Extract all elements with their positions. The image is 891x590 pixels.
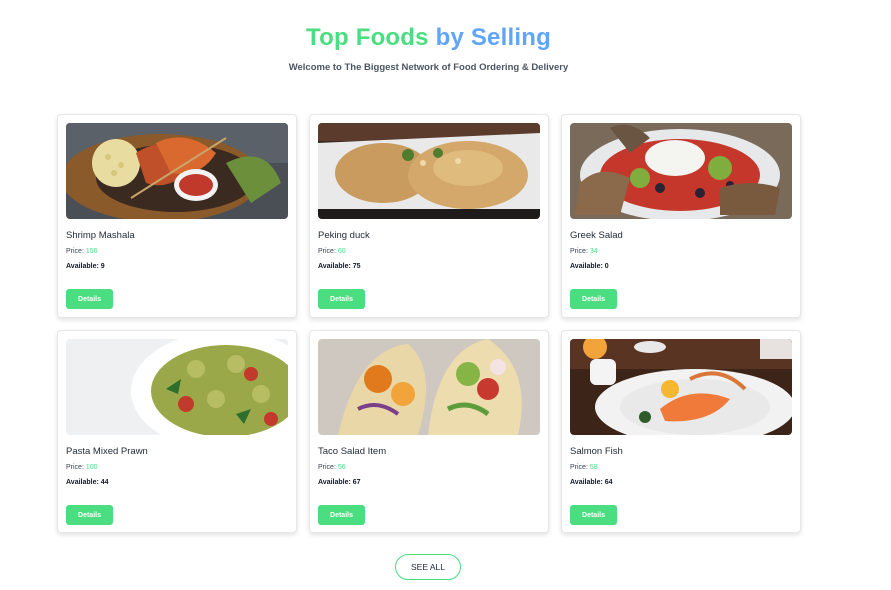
price-value: 58 (589, 464, 598, 471)
food-card: Salmon Fish Price: 58 Available: 64 Deta… (561, 330, 801, 533)
page-title-part-1: Top Foods (306, 24, 429, 51)
available-value: 9 (100, 263, 105, 270)
food-photo-greek-salad (570, 123, 792, 219)
available-label: Available: (318, 479, 351, 486)
details-button[interactable]: Details (66, 289, 113, 309)
details-button[interactable]: Details (570, 289, 617, 309)
page-title: Top Foods by Selling (0, 24, 857, 52)
food-name: Taco Salad Item (318, 446, 387, 457)
price-label: Price: (66, 464, 84, 471)
page-subtitle: Welcome to The Biggest Network of Food O… (288, 62, 569, 73)
food-photo-salmon (570, 339, 792, 435)
details-button[interactable]: Details (66, 505, 113, 525)
food-price: Price: 34 (570, 248, 598, 255)
food-name: Greek Salad (570, 230, 623, 241)
food-card: Taco Salad Item Price: 56 Available: 67 … (309, 330, 549, 533)
price-label: Price: (570, 464, 588, 471)
details-button[interactable]: Details (318, 289, 365, 309)
food-price: Price: 156 (66, 248, 98, 255)
food-availability: Available: 67 (318, 479, 361, 486)
food-card: Shrimp Mashala Price: 156 Available: 9 D… (57, 114, 297, 318)
price-label: Price: (570, 248, 588, 255)
available-value: 0 (604, 263, 609, 270)
food-name: Pasta Mixed Prawn (66, 446, 148, 457)
see-all-button[interactable]: SEE ALL (395, 554, 461, 580)
price-label: Price: (318, 464, 336, 471)
available-label: Available: (66, 263, 99, 270)
food-photo-pasta (66, 339, 288, 435)
food-price: Price: 60 (318, 248, 346, 255)
food-photo-shrimp (66, 123, 288, 219)
available-value: 75 (352, 263, 361, 270)
price-value: 60 (337, 248, 346, 255)
available-value: 67 (352, 479, 361, 486)
food-grid: Shrimp Mashala Price: 156 Available: 9 D… (57, 114, 801, 533)
food-availability: Available: 75 (318, 263, 361, 270)
food-photo-taco (318, 339, 540, 435)
available-label: Available: (66, 479, 99, 486)
food-availability: Available: 0 (570, 263, 609, 270)
food-price: Price: 56 (318, 464, 346, 471)
page-title-part-2: by Selling (435, 24, 551, 51)
available-value: 44 (100, 479, 109, 486)
details-button[interactable]: Details (570, 505, 617, 525)
price-value: 156 (85, 248, 98, 255)
available-value: 64 (604, 479, 613, 486)
food-card: Pasta Mixed Prawn Price: 100 Available: … (57, 330, 297, 533)
food-name: Salmon Fish (570, 446, 623, 457)
available-label: Available: (570, 263, 603, 270)
food-card: Greek Salad Price: 34 Available: 0 Detai… (561, 114, 801, 318)
price-value: 56 (337, 464, 346, 471)
food-photo-peking-duck (318, 123, 540, 219)
food-availability: Available: 44 (66, 479, 109, 486)
price-value: 34 (589, 248, 598, 255)
food-price: Price: 58 (570, 464, 598, 471)
available-label: Available: (318, 263, 351, 270)
price-label: Price: (66, 248, 84, 255)
food-name: Peking duck (318, 230, 370, 241)
price-value: 100 (85, 464, 98, 471)
available-label: Available: (570, 479, 603, 486)
food-price: Price: 100 (66, 464, 98, 471)
food-availability: Available: 64 (570, 479, 613, 486)
food-availability: Available: 9 (66, 263, 105, 270)
price-label: Price: (318, 248, 336, 255)
food-card: Peking duck Price: 60 Available: 75 Deta… (309, 114, 549, 318)
details-button[interactable]: Details (318, 505, 365, 525)
food-name: Shrimp Mashala (66, 230, 135, 241)
